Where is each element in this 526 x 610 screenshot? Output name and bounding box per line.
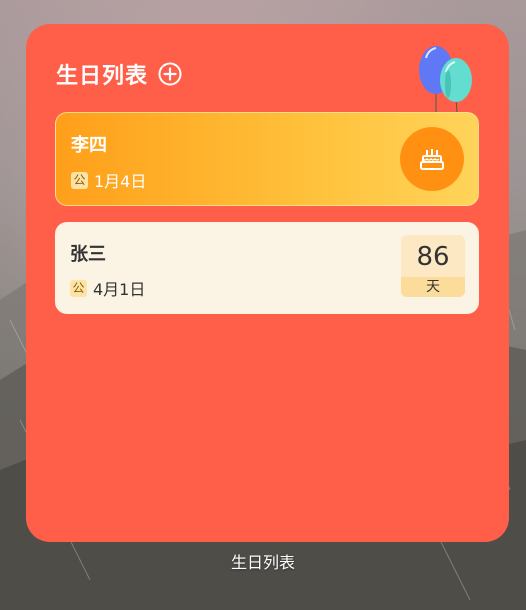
birthday-name: 李四	[71, 135, 107, 156]
birthday-name: 张三	[70, 244, 106, 265]
widget-title: 生日列表	[56, 64, 149, 89]
days-unit-label: 天	[401, 277, 465, 297]
calendar-type-badge: 公	[71, 171, 88, 189]
calendar-type-badge: 公	[70, 279, 87, 297]
birthday-date-row: 公 1月4日	[71, 168, 146, 192]
birthday-date-row: 公 4月1日	[70, 276, 145, 300]
widget-caption: 生日列表	[230, 553, 295, 572]
days-countdown: 86 天	[401, 235, 465, 297]
plus-circle-icon[interactable]	[158, 62, 182, 86]
birthday-date: 1月4日	[94, 172, 147, 191]
birthday-cake-icon	[400, 127, 464, 191]
birthday-card-zhangsan[interactable]: 张三 公 4月1日 86 天	[55, 222, 479, 314]
birthday-card-lisi[interactable]: 李四 公 1月4日	[55, 112, 479, 206]
birthday-date: 4月1日	[93, 280, 146, 299]
days-left-number: 86	[416, 242, 450, 272]
birthday-list-widget[interactable]: 生日列表 李四 公 1月4日 张三 公 4月1日 86 天	[26, 24, 509, 542]
widget-header: 生日列表	[56, 58, 182, 90]
